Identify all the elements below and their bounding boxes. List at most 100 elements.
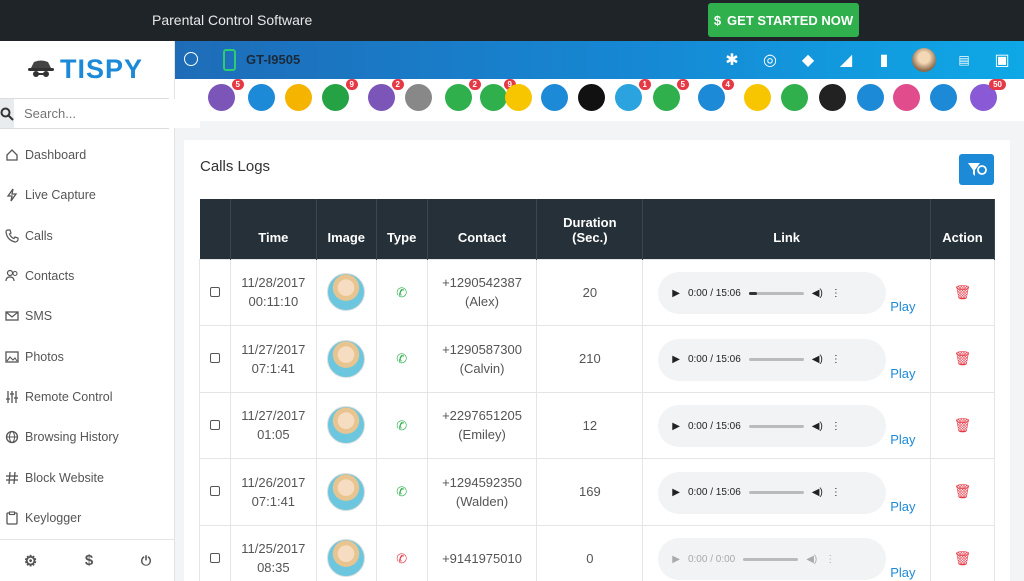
play-link[interactable]: Play (890, 366, 915, 381)
more-options-icon[interactable]: ⋮ (831, 483, 841, 502)
seek-bar[interactable] (748, 491, 804, 495)
viber2-app-icon[interactable]: 2 (368, 79, 404, 111)
incoming-call-icon: ✆ (396, 284, 408, 300)
seek-bar[interactable] (748, 358, 804, 362)
wechat2-app-icon[interactable]: 9 (480, 79, 516, 111)
sidebar-item-browsing-history[interactable]: Browsing History (0, 417, 175, 457)
sidebar-item-remote-control[interactable]: Remote Control (0, 377, 175, 417)
sidebar-item-photos[interactable]: Photos (0, 336, 175, 376)
snapchat-app-icon[interactable] (505, 84, 532, 111)
line-app-icon[interactable]: 5 (653, 79, 689, 111)
header-link: Link (642, 199, 932, 259)
delete-icon[interactable]: 🗑 (954, 284, 972, 300)
tiktok-app-icon[interactable] (578, 84, 605, 111)
signal-icon[interactable]: ◢ (836, 50, 856, 70)
hike-app-icon[interactable] (930, 84, 957, 111)
skype-app-icon[interactable]: 4 (698, 79, 734, 111)
settings-icon[interactable]: ⚙ (24, 552, 37, 570)
volume-icon[interactable]: ◀) (812, 483, 823, 502)
location-icon[interactable]: ◎ (760, 50, 780, 70)
back-arrow-icon[interactable] (184, 52, 198, 66)
header-time[interactable]: Time (230, 199, 317, 259)
sidebar-item-contacts[interactable]: Contacts (0, 256, 175, 296)
gift-icon[interactable]: ▣ (992, 50, 1012, 70)
row-checkbox[interactable] (209, 353, 220, 364)
delete-icon[interactable]: 🗑 (954, 550, 972, 566)
call-date: 11/27/2017 (241, 408, 306, 424)
seek-bar[interactable] (748, 291, 804, 295)
volume-icon[interactable]: ◀) (812, 350, 823, 369)
wechat-app-icon[interactable]: 2 (445, 79, 481, 111)
notification-badge: 50 (989, 79, 1006, 90)
sidebar-item-keylogger[interactable]: Keylogger (0, 498, 175, 538)
more-options-icon[interactable]: ⋮ (831, 350, 841, 369)
delete-icon[interactable]: 🗑 (954, 350, 972, 366)
brand-logo[interactable]: TISPY (28, 53, 143, 85)
seek-bar[interactable] (748, 424, 804, 428)
sidebar-item-dashboard[interactable]: Dashboard (0, 135, 175, 175)
volume-icon[interactable]: ◀) (812, 284, 823, 303)
device-name[interactable]: GT-I9505 (246, 52, 300, 67)
messenger-app-icon[interactable] (541, 84, 568, 111)
docs-app-icon[interactable] (285, 84, 312, 111)
sidebar-item-block-website[interactable]: Block Website (0, 457, 175, 497)
volume-icon[interactable]: ◀) (806, 550, 817, 569)
call-date: 11/25/2017 (241, 541, 306, 557)
play-icon[interactable]: ▶ (672, 284, 680, 303)
power-icon[interactable]: ⏻ (141, 553, 151, 569)
more-options-icon[interactable]: ⋮ (831, 417, 841, 436)
play-link[interactable]: Play (890, 565, 915, 580)
user-avatar[interactable] (912, 48, 936, 72)
sidebar-item-sms[interactable]: SMS (0, 296, 175, 336)
play-link[interactable]: Play (890, 299, 915, 314)
bluetooth-icon[interactable]: ✱ (722, 50, 742, 70)
clipboard-app-icon[interactable] (405, 84, 432, 111)
row-checkbox[interactable] (209, 419, 220, 430)
get-started-button[interactable]: $ GET STARTED NOW (708, 3, 859, 37)
audio-player[interactable]: ▶ 0:00 / 15:06 ◀) ⋮ (658, 405, 887, 448)
viber-app-icon[interactable]: 5 (208, 79, 244, 111)
row-checkbox[interactable] (209, 486, 220, 497)
play-link[interactable]: Play (890, 499, 915, 514)
whatsapp-app-icon[interactable]: 9 (322, 79, 358, 111)
imo-app-icon[interactable] (857, 84, 884, 111)
row-checkbox[interactable] (209, 552, 220, 563)
flag-icon[interactable]: ▤ (954, 53, 974, 67)
play-icon[interactable]: ▶ (672, 350, 680, 369)
sidebar-item-live-capture[interactable]: Live Capture (0, 175, 175, 215)
audio-player[interactable]: ▶ 0:00 / 15:06 ◀) ⋮ (658, 272, 887, 315)
play-icon[interactable]: ▶ (672, 417, 680, 436)
battery-icon[interactable]: ▮ (874, 50, 894, 70)
kakao-app-icon[interactable] (744, 84, 771, 111)
play-link[interactable]: Play (890, 432, 915, 447)
audio-player[interactable]: ▶ 0:00 / 15:06 ◀) ⋮ (658, 338, 887, 381)
sidebar-item-calls[interactable]: Calls (0, 216, 175, 256)
play-icon[interactable]: ▶ (672, 550, 680, 569)
row-checkbox[interactable] (209, 286, 220, 297)
video-app-icon[interactable] (893, 84, 920, 111)
chat-app-icon[interactable]: 50 (970, 79, 1006, 111)
header-duration[interactable]: Duration (Sec.) (536, 199, 644, 259)
billing-icon[interactable]: $ (85, 552, 93, 569)
wifi-icon[interactable]: ◆ (798, 50, 818, 70)
table-row: 11/26/2017 07:1:41 ✆ +1294592350 (Walden) 169… (199, 458, 995, 526)
search-input[interactable] (14, 99, 200, 128)
hash-icon (6, 471, 18, 484)
telegram-app-icon[interactable]: 1 (615, 79, 651, 111)
delete-icon[interactable]: 🗑 (954, 483, 972, 499)
hangouts-app-icon[interactable] (781, 84, 808, 111)
seek-bar[interactable] (743, 557, 799, 561)
delete-icon[interactable]: 🗑 (954, 417, 972, 433)
more-options-icon[interactable]: ⋮ (825, 550, 835, 569)
filter-button[interactable] (959, 154, 994, 185)
header-contact[interactable]: Contact (427, 199, 538, 259)
audio-player[interactable]: ▶ 0:00 / 15:06 ◀) ⋮ (658, 471, 887, 514)
gmail-app-icon[interactable] (248, 84, 275, 111)
volume-icon[interactable]: ◀) (812, 417, 823, 436)
more-options-icon[interactable]: ⋮ (831, 284, 841, 303)
kik-app-icon[interactable] (819, 84, 846, 111)
header-type[interactable]: Type (376, 199, 428, 259)
audio-player[interactable]: ▶ 0:00 / 0:00 ◀) ⋮ (658, 538, 887, 581)
search-icon[interactable] (0, 99, 14, 128)
play-icon[interactable]: ▶ (672, 483, 680, 502)
